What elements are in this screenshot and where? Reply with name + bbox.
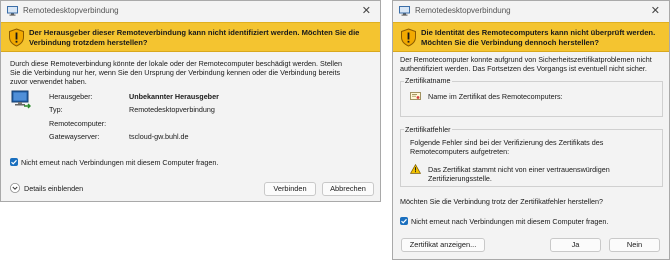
remote-desktop-icon <box>399 6 410 16</box>
remote-desktop-icon <box>7 6 18 16</box>
dont-ask-checkbox[interactable] <box>400 217 408 225</box>
certificate-name-text: Name im Zertifikat des Remotecomputers: <box>428 92 563 101</box>
dont-ask-label[interactable]: Nicht erneut nach Verbindungen mit diese… <box>21 158 218 167</box>
intro-line: Folgende Fehler sind bei der Verifizieru… <box>410 138 604 147</box>
description-line: authentifiziert werden. Das Fortsetzen d… <box>400 64 647 73</box>
certificate-name-group-title: Zertifikatname <box>404 76 452 85</box>
cancel-button[interactable]: Abbrechen <box>322 182 374 196</box>
title-bar: Remotedesktopverbindung ✕ <box>393 1 669 21</box>
description-line: Sie die Verbindung nur her, wenn Sie den… <box>10 68 341 77</box>
banner-line: Möchten Sie die Verbindung dennoch herst… <box>421 37 600 47</box>
window-title: Remotedesktopverbindung <box>415 6 511 15</box>
connect-button[interactable]: Verbinden <box>264 182 316 196</box>
description-line: zuvor verwendet haben. <box>10 77 87 86</box>
type-value: Remotedesktopverbindung <box>129 105 215 114</box>
close-icon[interactable]: ✕ <box>362 4 371 17</box>
banner-line: Der Herausgeber dieser Remoteverbindung … <box>29 28 360 37</box>
intro-line: Remotecomputers aufgetreten: <box>410 147 510 156</box>
shield-warning-icon <box>401 28 416 47</box>
window-title: Remotedesktopverbindung <box>23 6 119 15</box>
banner-line: Verbindung trotzdem herstellen? <box>29 37 148 47</box>
warning-banner: Die Identität des Remotecomputers kann n… <box>393 22 669 52</box>
warning-description: Der Remotecomputer konnte aufgrund von S… <box>400 55 652 73</box>
computer-network-icon <box>11 90 31 109</box>
certificate-errors-intro: Folgende Fehler sind bei der Verifizieru… <box>410 138 603 156</box>
dont-ask-checkbox[interactable] <box>10 158 18 166</box>
dont-ask-label[interactable]: Nicht erneut nach Verbindungen mit diese… <box>411 217 608 226</box>
description-line: Durch diese Remoteverbindung könnte der … <box>10 59 343 68</box>
shield-warning-icon <box>9 28 24 47</box>
banner-text: Die Identität des Remotecomputers kann n… <box>421 28 655 47</box>
warning-description: Durch diese Remoteverbindung könnte der … <box>10 59 342 86</box>
yes-button[interactable]: Ja <box>550 238 601 252</box>
title-bar: Remotedesktopverbindung ✕ <box>1 1 380 21</box>
certificate-errors-group-title: Zertifikatfehler <box>404 125 452 134</box>
checkmark-icon <box>401 218 407 224</box>
publisher-value: Unbekannter Herausgeber <box>129 92 219 101</box>
publisher-label: Herausgeber: <box>49 92 93 101</box>
confirmation-question: Möchten Sie die Verbindung trotz der Zer… <box>400 197 603 206</box>
no-button[interactable]: Nein <box>609 238 660 252</box>
description-line: Der Remotecomputer konnte aufgrund von S… <box>400 55 652 64</box>
error-line: Zertifizierungsstelle. <box>428 174 492 183</box>
banner-line: Die Identität des Remotecomputers kann n… <box>421 28 656 37</box>
error-line: Das Zertifikat stammt nicht von einer ve… <box>428 165 610 174</box>
gateway-value: tscloud-gw.buhl.de <box>129 132 189 141</box>
checkmark-icon <box>11 159 17 165</box>
view-certificate-button[interactable]: Zertifikat anzeigen... <box>401 238 485 252</box>
remote-computer-label: Remotecomputer: <box>49 119 107 128</box>
type-label: Typ: <box>49 105 63 114</box>
certificate-error-item: Das Zertifikat stammt nicht von einer ve… <box>428 165 610 183</box>
show-details-toggle[interactable]: Details einblenden <box>24 184 83 193</box>
close-icon[interactable]: ✕ <box>651 4 660 17</box>
banner-text: Der Herausgeber dieser Remoteverbindung … <box>29 28 359 47</box>
rdp-certificate-dialog: Remotedesktopverbindung ✕ Die Identität … <box>392 0 670 260</box>
certificate-icon <box>410 92 421 100</box>
warning-banner: Der Herausgeber dieser Remoteverbindung … <box>1 22 380 52</box>
rdp-publisher-dialog: Remotedesktopverbindung ✕ Der Herausgebe… <box>0 0 381 202</box>
chevron-down-icon[interactable] <box>10 183 20 193</box>
warning-triangle-icon <box>410 164 421 174</box>
gateway-label: Gatewayserver: <box>49 132 100 141</box>
